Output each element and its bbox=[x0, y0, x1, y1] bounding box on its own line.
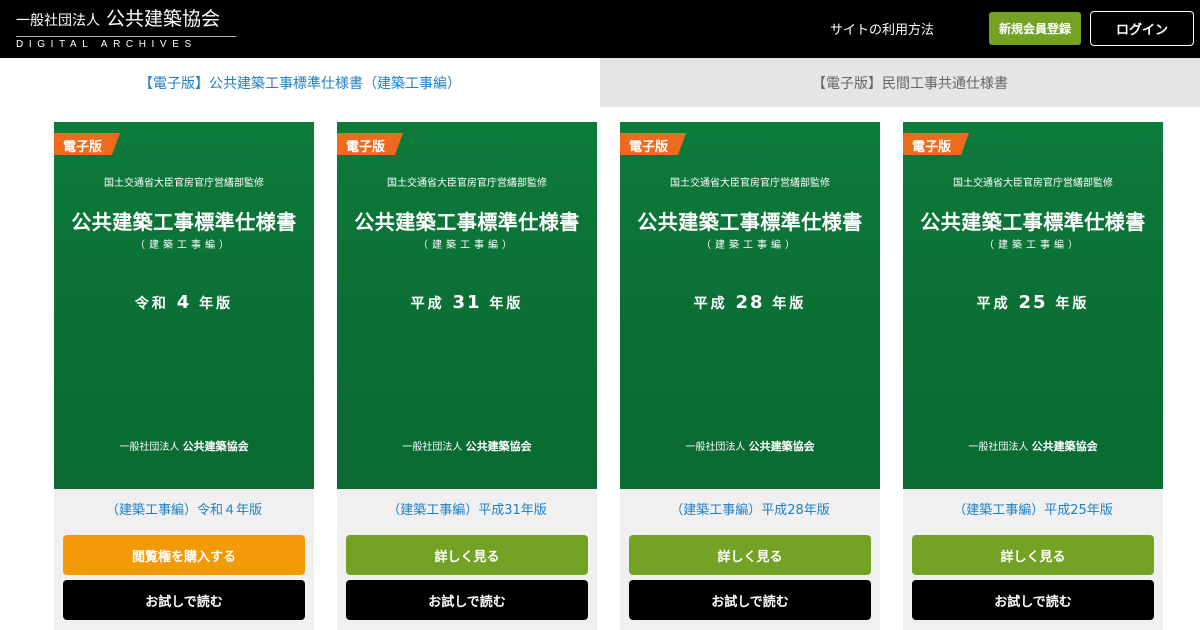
trial-read-button[interactable]: お試しで読む bbox=[912, 580, 1154, 620]
cover-publisher-prefix: 一般社団法人 bbox=[968, 442, 1029, 453]
book-cover[interactable]: 電子版 国土交通省大臣官房官庁営繕部監修 公共建築工事標準仕様書 （建築工事編）… bbox=[337, 122, 597, 489]
cover-edition-suffix: 年版 bbox=[1055, 296, 1090, 312]
cover-subtitle: （建築工事編） bbox=[418, 240, 516, 251]
cover-supervisor: 国土交通省大臣官房官庁営繕部監修 bbox=[104, 178, 264, 189]
cover-supervisor: 国土交通省大臣官房官庁営繕部監修 bbox=[953, 178, 1113, 189]
cover-publisher-name: 公共建築協会 bbox=[748, 440, 815, 453]
book-card: 電子版 国土交通省大臣官房官庁営繕部監修 公共建築工事標準仕様書 （建築工事編）… bbox=[54, 122, 314, 630]
trial-read-button[interactable]: お試しで読む bbox=[63, 580, 305, 620]
login-button[interactable]: ログイン bbox=[1090, 11, 1194, 46]
tab-private-work-spec[interactable]: 【電子版】民間工事共通仕様書 bbox=[600, 58, 1200, 107]
cover-edition-suffix: 年版 bbox=[199, 296, 234, 312]
cover-era: 平成 bbox=[976, 296, 1011, 312]
cover-edition: 平成 31 年版 bbox=[337, 292, 597, 313]
cover-edition-suffix: 年版 bbox=[489, 296, 524, 312]
ebook-badge: 電子版 bbox=[337, 133, 403, 155]
logo-subtitle: DIGITAL ARCHIVES bbox=[16, 39, 197, 50]
cover-year: 25 bbox=[1018, 292, 1048, 313]
trial-read-button[interactable]: お試しで読む bbox=[346, 580, 588, 620]
cover-year: 31 bbox=[452, 292, 482, 313]
ebook-badge-label: 電子版 bbox=[63, 140, 103, 155]
ebook-badge: 電子版 bbox=[54, 133, 120, 155]
ebook-badge-label: 電子版 bbox=[912, 140, 952, 155]
cover-publisher: 一般社団法人 公共建築協会 bbox=[620, 438, 880, 454]
cover-era: 平成 bbox=[410, 296, 445, 312]
cover-publisher: 一般社団法人 公共建築協会 bbox=[903, 438, 1163, 454]
site-header: 一般社団法人 公共建築協会 DIGITAL ARCHIVES サイトの利用方法 … bbox=[0, 0, 1200, 58]
cover-publisher: 一般社団法人 公共建築協会 bbox=[54, 438, 314, 454]
cover-subtitle: （建築工事編） bbox=[701, 240, 799, 251]
cover-publisher-prefix: 一般社団法人 bbox=[402, 442, 463, 453]
cover-edition: 令和 4 年版 bbox=[54, 292, 314, 313]
cover-subtitle: （建築工事編） bbox=[984, 240, 1082, 251]
cover-subtitle: （建築工事編） bbox=[135, 240, 233, 251]
details-button[interactable]: 詳しく見る bbox=[629, 535, 871, 575]
ebook-badge-label: 電子版 bbox=[629, 140, 669, 155]
cover-title: 公共建築工事標準仕様書 bbox=[637, 210, 863, 234]
logo-org-prefix: 一般社団法人 bbox=[16, 13, 100, 29]
book-card: 電子版 国土交通省大臣官房官庁営繕部監修 公共建築工事標準仕様書 （建築工事編）… bbox=[337, 122, 597, 630]
cover-era: 平成 bbox=[693, 296, 728, 312]
cover-year: 28 bbox=[735, 292, 765, 313]
book-caption-link[interactable]: （建築工事編）平成28年版 bbox=[620, 499, 880, 518]
book-caption-link[interactable]: （建築工事編）平成25年版 bbox=[903, 499, 1163, 518]
book-cover[interactable]: 電子版 国土交通省大臣官房官庁営繕部監修 公共建築工事標準仕様書 （建築工事編）… bbox=[903, 122, 1163, 489]
book-caption-link[interactable]: （建築工事編）令和４年版 bbox=[54, 499, 314, 518]
logo-org-main: 公共建築協会 bbox=[106, 8, 221, 30]
ebook-badge-label: 電子版 bbox=[346, 140, 386, 155]
cover-supervisor: 国土交通省大臣官房官庁営繕部監修 bbox=[670, 178, 830, 189]
details-button[interactable]: 詳しく見る bbox=[912, 535, 1154, 575]
book-cover[interactable]: 電子版 国土交通省大臣官房官庁営繕部監修 公共建築工事標準仕様書 （建築工事編）… bbox=[620, 122, 880, 489]
book-list: 電子版 国土交通省大臣官房官庁営繕部監修 公共建築工事標準仕様書 （建築工事編）… bbox=[0, 107, 1200, 630]
tab-public-building-spec[interactable]: 【電子版】公共建築工事標準仕様書（建築工事編） bbox=[0, 58, 600, 107]
purchase-button[interactable]: 閲覧権を購入する bbox=[63, 535, 305, 575]
cover-publisher: 一般社団法人 公共建築協会 bbox=[337, 438, 597, 454]
cover-publisher-name: 公共建築協会 bbox=[182, 440, 249, 453]
cover-publisher-name: 公共建築協会 bbox=[465, 440, 532, 453]
book-card: 電子版 国土交通省大臣官房官庁営繕部監修 公共建築工事標準仕様書 （建築工事編）… bbox=[903, 122, 1163, 630]
cover-year: 4 bbox=[176, 292, 192, 313]
register-button[interactable]: 新規会員登録 bbox=[989, 12, 1081, 45]
details-button[interactable]: 詳しく見る bbox=[346, 535, 588, 575]
cover-publisher-prefix: 一般社団法人 bbox=[685, 442, 746, 453]
cover-publisher-name: 公共建築協会 bbox=[1031, 440, 1098, 453]
cover-era: 令和 bbox=[134, 296, 169, 312]
nav-how-to-use-link[interactable]: サイトの利用方法 bbox=[830, 19, 934, 38]
logo-divider bbox=[16, 36, 236, 37]
ebook-badge: 電子版 bbox=[903, 133, 969, 155]
logo-org-name: 一般社団法人 公共建築協会 bbox=[16, 6, 246, 34]
ebook-badge: 電子版 bbox=[620, 133, 686, 155]
cover-edition: 平成 28 年版 bbox=[620, 292, 880, 313]
cover-title: 公共建築工事標準仕様書 bbox=[920, 210, 1146, 234]
book-cover[interactable]: 電子版 国土交通省大臣官房官庁営繕部監修 公共建築工事標準仕様書 （建築工事編）… bbox=[54, 122, 314, 489]
cover-edition-suffix: 年版 bbox=[772, 296, 807, 312]
book-caption-link[interactable]: （建築工事編）平成31年版 bbox=[337, 499, 597, 518]
site-logo[interactable]: 一般社団法人 公共建築協会 DIGITAL ARCHIVES bbox=[16, 6, 246, 52]
cover-title: 公共建築工事標準仕様書 bbox=[71, 210, 297, 234]
cover-edition: 平成 25 年版 bbox=[903, 292, 1163, 313]
book-card: 電子版 国土交通省大臣官房官庁営繕部監修 公共建築工事標準仕様書 （建築工事編）… bbox=[620, 122, 880, 630]
trial-read-button[interactable]: お試しで読む bbox=[629, 580, 871, 620]
cover-title: 公共建築工事標準仕様書 bbox=[354, 210, 580, 234]
cover-supervisor: 国土交通省大臣官房官庁営繕部監修 bbox=[387, 178, 547, 189]
cover-publisher-prefix: 一般社団法人 bbox=[119, 442, 180, 453]
